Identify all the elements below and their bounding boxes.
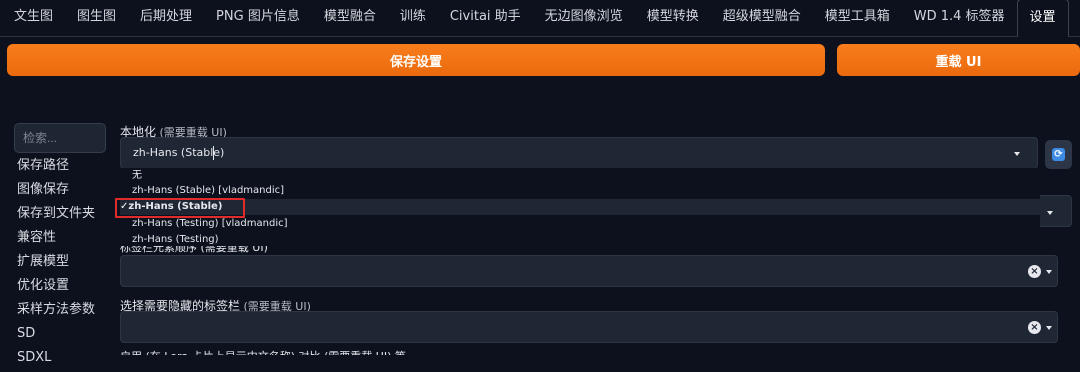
localization-option-4[interactable]: zh-Hans (Testing) [120,232,1040,248]
localization-option-3[interactable]: zh-Hans (Testing) [vladmandic] [120,216,1040,232]
tab-5[interactable]: 训练 [388,0,438,36]
localization-option-label: zh-Hans (Stable) [128,201,223,212]
localization-option-1[interactable]: zh-Hans (Stable) [vladmandic] [120,183,1040,199]
sidebar-item-1[interactable]: 图像保存 [17,180,95,204]
tab-6[interactable]: Civitai 助手 [438,0,533,36]
next-setting-label: 启用 (在 Lora 卡片上显示中文名称) 对比 (需要重载 UI) 等 [120,349,406,355]
localization-option-2[interactable]: ✓zh-Hans (Stable) [120,199,1040,215]
tab-4[interactable]: 模型融合 [312,0,388,36]
tab-7[interactable]: 无边图像浏览 [533,0,635,36]
tab-1[interactable]: 图生图 [65,0,128,36]
sidebar-item-0[interactable]: 保存路径 [17,156,95,180]
localization-option-0[interactable]: 无 [120,168,1040,184]
tab-bar: 文生图 图生图 后期处理 PNG 图片信息 模型融合 训练 Civitai 助手 无边图像浏览… [0,0,1080,37]
sidebar-item-6[interactable]: 采样方法参数 [17,300,95,324]
clear-icon[interactable]: × [1028,321,1041,334]
tab-10[interactable]: 模型工具箱 [813,0,902,36]
tab-8[interactable]: 模型转换 [635,0,711,36]
sidebar-item-7[interactable]: SD [17,324,95,348]
settings-search-input[interactable] [14,123,106,153]
sidebar-item-3[interactable]: 兼容性 [17,228,95,252]
localization-select[interactable]: zh-Hans (Stable) [120,137,1038,169]
refresh-localization-button[interactable]: ⟳ [1045,140,1072,169]
text-cursor [213,146,214,160]
settings-sidebar: 保存路径 图像保存 保存到文件夹 兼容性 扩展模型 优化设置 采样方法参数 SD SDXL [17,156,95,372]
tab-11[interactable]: WD 1.4 标签器 [902,0,1017,36]
tab-3[interactable]: PNG 图片信息 [204,0,312,36]
reload-ui-button[interactable]: 重载 UI [837,44,1080,76]
sidebar-item-5[interactable]: 优化设置 [17,276,95,300]
localization-dropdown-list: 无 zh-Hans (Stable) [vladmandic] ✓zh-Hans (… [120,168,1040,246]
tab-9[interactable]: 超级模型融合 [711,0,813,36]
save-settings-button[interactable]: 保存设置 [7,44,825,76]
tab-2[interactable]: 后期处理 [128,0,204,36]
sidebar-item-2[interactable]: 保存到文件夹 [17,204,95,228]
tab-12[interactable]: 设置 [1016,0,1069,37]
chevron-down-icon [1014,152,1020,156]
refresh-icon: ⟳ [1052,148,1065,161]
tab-13[interactable]: 扩展 [1069,0,1080,36]
hide-tabs-multiselect[interactable]: × [120,311,1058,343]
chevron-down-icon [1046,270,1052,274]
clear-icon[interactable]: × [1028,265,1041,278]
tab-order-multiselect[interactable]: × [120,255,1058,287]
chevron-down-icon [1046,326,1052,330]
sidebar-item-8[interactable]: SDXL [17,348,95,372]
chevron-down-icon [1047,211,1053,215]
sidebar-item-4[interactable]: 扩展模型 [17,252,95,276]
tab-0[interactable]: 文生图 [2,0,65,36]
localization-select-value: zh-Hans (Stable) [133,146,225,159]
